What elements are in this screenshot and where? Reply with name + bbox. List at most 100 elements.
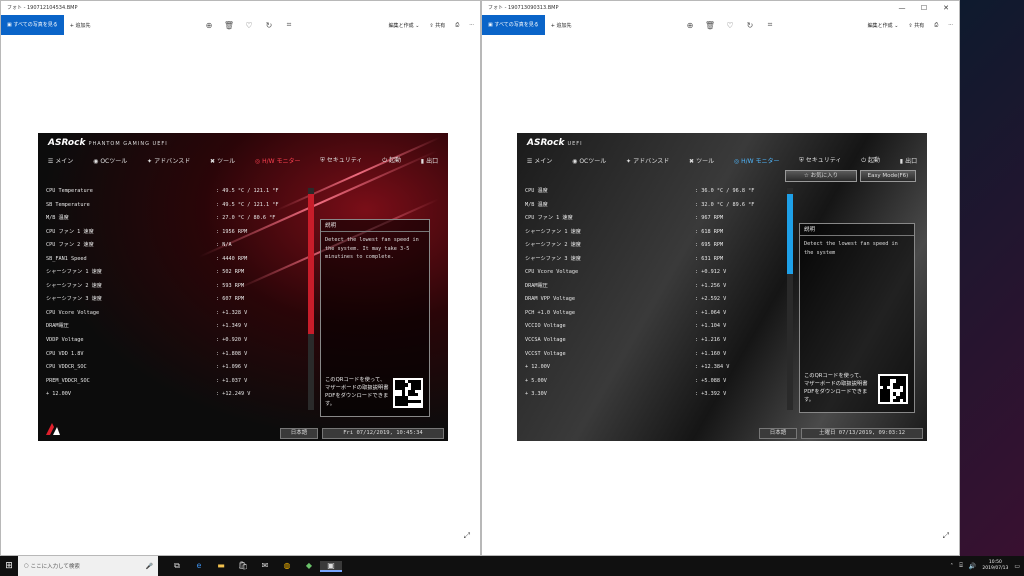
maximize-icon[interactable]: ☐ — [913, 1, 935, 15]
scroll-thumb[interactable] — [308, 194, 314, 334]
nav-exit[interactable]: ▮ 出口 — [421, 156, 438, 165]
rotate-icon[interactable]: ↻ — [259, 21, 279, 30]
share-button[interactable]: ⇪ 共有 — [908, 22, 924, 29]
taskbar-search[interactable]: ○ ここに入力して検索 🎤 — [18, 556, 158, 576]
hw-row[interactable]: CPU ファン 1 速度: 1956 RPM — [46, 226, 308, 240]
nav-hw-monitor[interactable]: ◎ H/W モニター — [734, 156, 780, 165]
add-to-button[interactable]: + 追加先 — [551, 22, 572, 29]
hw-row[interactable]: VCCSA Voltage: +1.216 V — [525, 334, 787, 348]
more-icon[interactable]: ··· — [469, 22, 474, 28]
app-icon[interactable]: ◆ — [298, 561, 320, 572]
hw-row[interactable]: CPU VDDCR_SOC: +1.096 V — [46, 361, 308, 375]
hw-row[interactable]: + 12.00V: +12.249 V — [46, 388, 308, 402]
nav-main[interactable]: ☰ メイン — [527, 156, 552, 165]
chrome-icon[interactable]: ◍ — [276, 561, 298, 572]
favorite-button[interactable]: ☆ お気に入り — [785, 170, 857, 182]
hw-row[interactable]: CPU 温度: 36.0 °C / 96.8 °F — [525, 185, 787, 199]
hw-row[interactable]: CPU ファン 2 速度: N/A — [46, 239, 308, 253]
hw-row[interactable]: シャーシファン 2 速度: 593 RPM — [46, 280, 308, 294]
hw-row[interactable]: SB_FAN1 Speed: 4440 RPM — [46, 253, 308, 267]
print-icon[interactable]: ⎙ — [455, 22, 459, 28]
mail-icon[interactable]: ✉ — [254, 561, 276, 572]
hw-row[interactable]: DRAM電圧: +1.349 V — [46, 320, 308, 334]
edit-create-button[interactable]: 編集と作成 ⌄ — [868, 22, 899, 29]
hw-row[interactable]: シャーシファン 2 速度: 695 RPM — [525, 239, 787, 253]
hw-row[interactable]: シャーシファン 1 速度: 502 RPM — [46, 266, 308, 280]
expand-icon[interactable]: ⤢ — [464, 531, 470, 541]
nav-advanced[interactable]: ✦ アドバンスド — [147, 156, 190, 165]
nav-security[interactable]: ⛨ セキュリティ — [799, 155, 841, 165]
favorite-icon[interactable]: ♡ — [239, 21, 259, 30]
scroll-thumb[interactable] — [787, 194, 793, 274]
scrollbar[interactable] — [787, 188, 793, 410]
delete-icon[interactable]: 🗑 — [700, 21, 720, 30]
windows-start-icon[interactable]: ⊞ — [0, 561, 18, 571]
hw-row[interactable]: SB Temperature: 49.5 °C / 121.1 °F — [46, 199, 308, 213]
rotate-icon[interactable]: ↻ — [740, 21, 760, 30]
nav-exit[interactable]: ▮ 出口 — [900, 156, 917, 165]
hw-row[interactable]: DRAM電圧: +1.256 V — [525, 280, 787, 294]
favorite-icon[interactable]: ♡ — [720, 21, 740, 30]
add-to-button[interactable]: + 追加先 — [70, 22, 91, 29]
hw-row[interactable]: + 3.30V: +3.392 V — [525, 388, 787, 402]
hw-row[interactable]: シャーシファン 3 速度: 631 RPM — [525, 253, 787, 267]
zoom-icon[interactable]: ⊕ — [680, 21, 700, 30]
hw-row[interactable]: CPU Vcore Voltage: +0.912 V — [525, 266, 787, 280]
notification-icon[interactable]: ▭ — [1014, 563, 1020, 570]
delete-icon[interactable]: 🗑 — [219, 21, 239, 30]
nav-tools[interactable]: ✖ ツール — [210, 156, 235, 165]
edge-icon[interactable]: e — [188, 561, 210, 572]
hw-row[interactable]: VCCIO Voltage: +1.104 V — [525, 320, 787, 334]
store-icon[interactable]: 🛍 — [232, 561, 254, 572]
chevron-up-icon[interactable]: ˄ — [950, 563, 953, 570]
language-button[interactable]: 日本語 — [759, 428, 797, 439]
hw-row[interactable]: DRAM VPP Voltage: +2.592 V — [525, 293, 787, 307]
close-icon[interactable]: ✕ — [935, 1, 957, 15]
hw-row[interactable]: シャーシファン 3 速度: 607 RPM — [46, 293, 308, 307]
zoom-icon[interactable]: ⊕ — [199, 21, 219, 30]
share-button[interactable]: ⇪ 共有 — [429, 22, 445, 29]
nav-oc-tools[interactable]: ◉ OCツール — [93, 156, 127, 165]
scrollbar[interactable] — [308, 188, 314, 410]
hw-row[interactable]: M/B 温度: 27.0 °C / 80.6 °F — [46, 212, 308, 226]
microphone-icon[interactable]: 🎤 — [146, 563, 153, 570]
file-explorer-icon[interactable]: ▬ — [210, 561, 232, 572]
volume-icon[interactable]: 🔊 — [969, 563, 976, 570]
hw-row[interactable]: PREM_VDDCR_SOC: +1.037 V — [46, 375, 308, 389]
hw-row[interactable]: CPU Vcore Voltage: +1.328 V — [46, 307, 308, 321]
minimize-icon[interactable]: — — [891, 1, 913, 15]
hw-row[interactable]: M/B 温度: 32.0 °C / 89.6 °F — [525, 199, 787, 213]
hw-row[interactable]: PCH +1.0 Voltage: +1.064 V — [525, 307, 787, 321]
nav-security[interactable]: ⛨ セキュリティ — [320, 155, 362, 165]
photos-app-icon[interactable]: ▣ — [320, 560, 342, 572]
crop-icon[interactable]: ⌗ — [279, 20, 299, 30]
nav-tools[interactable]: ✖ ツール — [689, 156, 714, 165]
nav-boot[interactable]: ⏻ 起動 — [861, 155, 880, 165]
hw-row[interactable]: VDDP Voltage: +0.920 V — [46, 334, 308, 348]
all-photos-button[interactable]: ▣ すべての写真を見る — [482, 15, 545, 35]
hw-row[interactable]: シャーシファン 1 速度: 618 RPM — [525, 226, 787, 240]
hw-row[interactable]: CPU Temperature: 49.5 °C / 121.1 °F — [46, 185, 308, 199]
task-view-icon[interactable]: ⧉ — [166, 561, 188, 572]
edit-create-button[interactable]: 編集と作成 ⌄ — [389, 22, 420, 29]
language-button[interactable]: 日本語 — [280, 428, 318, 439]
hw-row[interactable]: VCCST Voltage: +1.160 V — [525, 348, 787, 362]
nav-advanced[interactable]: ✦ アドバンスド — [626, 156, 669, 165]
easy-mode-button[interactable]: Easy Mode(F6) — [860, 170, 916, 182]
title-bar[interactable]: フォト - 190713090313.BMP — ☐ ✕ — [482, 1, 959, 15]
expand-icon[interactable]: ⤢ — [943, 531, 949, 541]
hw-row[interactable]: CPU VDD 1.8V: +1.808 V — [46, 348, 308, 362]
hw-row[interactable]: CPU ファン 1 速度: 967 RPM — [525, 212, 787, 226]
print-icon[interactable]: ⎙ — [934, 22, 938, 28]
hw-row[interactable]: + 12.00V: +12.384 V — [525, 361, 787, 375]
title-bar[interactable]: フォト - 190712104534.BMP — [1, 1, 480, 15]
more-icon[interactable]: ··· — [948, 22, 953, 28]
nav-boot[interactable]: ⏻ 起動 — [382, 155, 401, 165]
all-photos-button[interactable]: ▣ すべての写真を見る — [1, 15, 64, 35]
crop-icon[interactable]: ⌗ — [760, 20, 780, 30]
nav-hw-monitor[interactable]: ◎ H/W モニター — [255, 156, 301, 165]
search-input[interactable]: ここに入力して検索 — [31, 562, 80, 570]
clock[interactable]: 10:50 2019/07/13 — [982, 560, 1008, 572]
nav-oc-tools[interactable]: ◉ OCツール — [572, 156, 606, 165]
nav-main[interactable]: ☰ メイン — [48, 156, 73, 165]
